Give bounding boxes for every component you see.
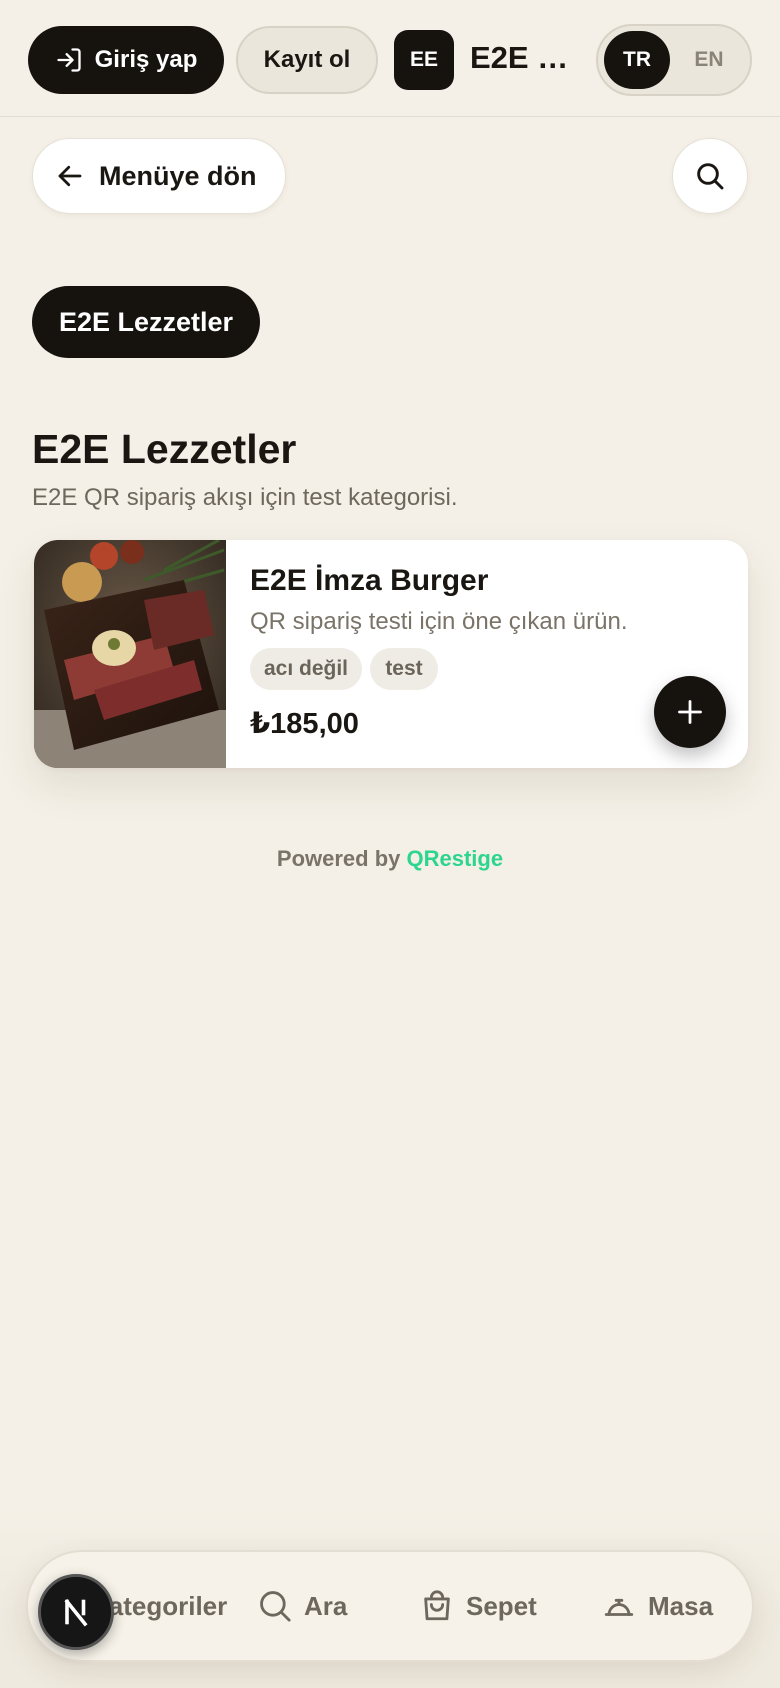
section-description: E2E QR sipariş akışı için test kategoris… — [32, 484, 458, 511]
search-icon — [697, 163, 724, 190]
product-image — [34, 540, 226, 768]
language-tr-button[interactable]: TR — [604, 31, 670, 89]
language-toggle: TR EN — [596, 24, 752, 96]
nav-table-label: Masa — [648, 1590, 714, 1621]
product-card[interactable]: E2E İmza Burger QR sipariş testi için ön… — [34, 540, 748, 768]
powered-brand-link[interactable]: QRestige — [407, 846, 504, 871]
plus-icon — [678, 700, 702, 724]
shopping-bag-icon — [424, 1590, 450, 1621]
product-tag: test — [370, 648, 438, 690]
restaurant-avatar: EE — [394, 30, 454, 90]
service-bell-icon — [604, 1598, 634, 1616]
add-to-cart-button[interactable] — [654, 676, 726, 748]
bottom-navigation: Kategoriler Ara Sepet Masa — [26, 1550, 754, 1662]
nav-table[interactable]: Masa — [602, 1552, 713, 1660]
back-label: Menüye dön — [99, 160, 257, 191]
category-chip[interactable]: E2E Lezzetler — [32, 286, 260, 358]
powered-prefix: Powered by — [276, 846, 401, 871]
search-icon — [260, 1591, 291, 1622]
register-label: Kayıt ol — [263, 46, 351, 73]
product-description: QR sipariş testi için öne çıkan ürün. — [250, 608, 628, 635]
back-to-menu-button[interactable]: Menüye dön — [32, 138, 286, 214]
product-price: ₺185,00 — [250, 708, 359, 740]
register-button[interactable]: Kayıt ol — [236, 26, 378, 94]
nav-search[interactable]: Ara — [258, 1552, 347, 1660]
search-button[interactable] — [672, 138, 748, 214]
section-title: E2E Lezzetler — [32, 426, 297, 472]
arrow-left-icon — [58, 165, 82, 187]
language-en-button[interactable]: EN — [676, 31, 742, 89]
top-header: Giriş yap Kayıt ol EE E2E E... TR EN — [0, 0, 780, 117]
nav-cart-label: Sepet — [466, 1590, 537, 1621]
restaurant-name: E2E E... — [470, 40, 582, 75]
product-tag: acı değil — [250, 648, 362, 690]
nextjs-dev-badge[interactable] — [38, 1574, 114, 1650]
nav-cart[interactable]: Sepet — [420, 1552, 537, 1660]
login-label: Giriş yap — [94, 46, 198, 73]
product-name: E2E İmza Burger — [250, 564, 489, 597]
nav-search-label: Ara — [304, 1590, 348, 1621]
login-icon — [56, 48, 81, 72]
login-button[interactable]: Giriş yap — [28, 26, 224, 94]
nextjs-logo-icon — [64, 1598, 88, 1627]
powered-by: Powered by QRestige — [0, 846, 780, 872]
